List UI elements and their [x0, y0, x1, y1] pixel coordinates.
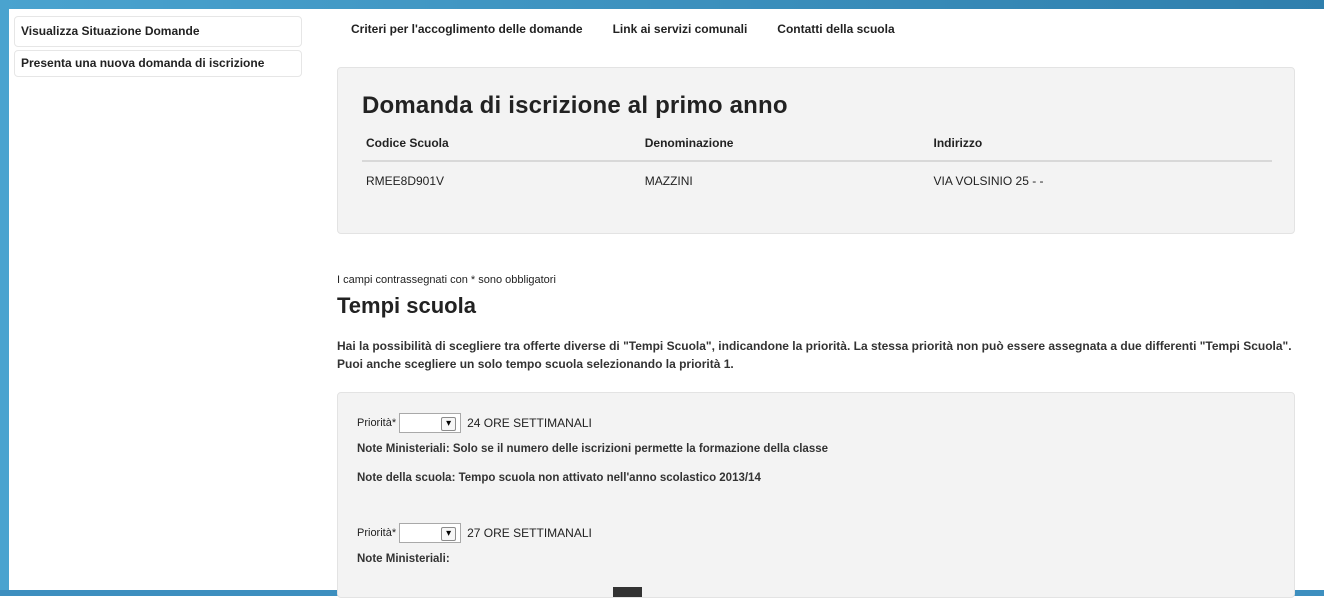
section-intro: Hai la possibilità di scegliere tra offe…	[337, 339, 1292, 371]
note-ministeriali: Note Ministeriali: Solo se il numero del…	[357, 443, 829, 455]
section-title: Tempi scuola	[337, 293, 476, 318]
option-value: 27 ORE SETTIMANALI	[467, 526, 592, 540]
sidebar-item-visualizza-situazione[interactable]: Visualizza Situazione Domande	[14, 16, 302, 47]
note-scuola: Note della scuola: Tempo scuola non atti…	[357, 472, 761, 484]
cell-codice-scuola: RMEE8D901V	[366, 174, 445, 188]
window-frame-top	[0, 0, 1324, 9]
cell-indirizzo: VIA VOLSINIO 25 - -	[933, 174, 1044, 188]
nav-link-servizi-comunali[interactable]: Link ai servizi comunali	[613, 22, 748, 36]
table-row: RMEE8D901V MAZZINI VIA VOLSINIO 25 - -	[362, 162, 1272, 188]
note-ministeriali: Note Ministeriali:	[357, 553, 450, 565]
nav-link-contatti-scuola[interactable]: Contatti della scuola	[777, 22, 894, 36]
window-frame-left	[0, 0, 9, 596]
nav-link-criteri[interactable]: Criteri per l'accoglimento delle domande	[351, 22, 583, 36]
priority-label: Priorità*	[357, 527, 397, 539]
column-header-indirizzo: Indirizzo	[933, 136, 983, 150]
table-header-row: Codice Scuola Denominazione Indirizzo	[362, 132, 1272, 162]
page-title: Domanda di iscrizione al primo anno	[362, 92, 788, 119]
column-header-codice: Codice Scuola	[366, 136, 449, 150]
required-fields-note: I campi contrassegnati con * sono obblig…	[337, 274, 556, 286]
column-header-denominazione: Denominazione	[644, 136, 734, 150]
chevron-down-icon: ▾	[441, 527, 457, 541]
cell-denominazione: MAZZINI	[644, 174, 693, 188]
sidebar-item-nuova-domanda[interactable]: Presenta una nuova domanda di iscrizione	[14, 50, 302, 77]
option-27-ore: Priorità* ▾ 27 ORE SETTIMANALI Note Mini…	[357, 521, 592, 565]
priority-select-24-ore[interactable]: ▾	[399, 413, 462, 433]
tempi-scuola-panel: Priorità* ▾ 24 ORE SETTIMANALI Note Mini…	[337, 392, 1295, 598]
chevron-down-icon: ▾	[441, 417, 457, 431]
priority-select-27-ore[interactable]: ▾	[399, 523, 462, 543]
priority-label: Priorità*	[357, 417, 397, 429]
top-navigation: Criteri per l'accoglimento delle domande…	[351, 22, 895, 36]
school-table: Codice Scuola Denominazione Indirizzo RM…	[362, 132, 1272, 188]
option-value: 24 ORE SETTIMANALI	[467, 416, 592, 430]
sidebar: Visualizza Situazione Domande Presenta u…	[14, 16, 302, 80]
option-24-ore: Priorità* ▾ 24 ORE SETTIMANALI Note Mini…	[357, 411, 828, 484]
school-info-panel: Domanda di iscrizione al primo anno Codi…	[337, 67, 1295, 234]
